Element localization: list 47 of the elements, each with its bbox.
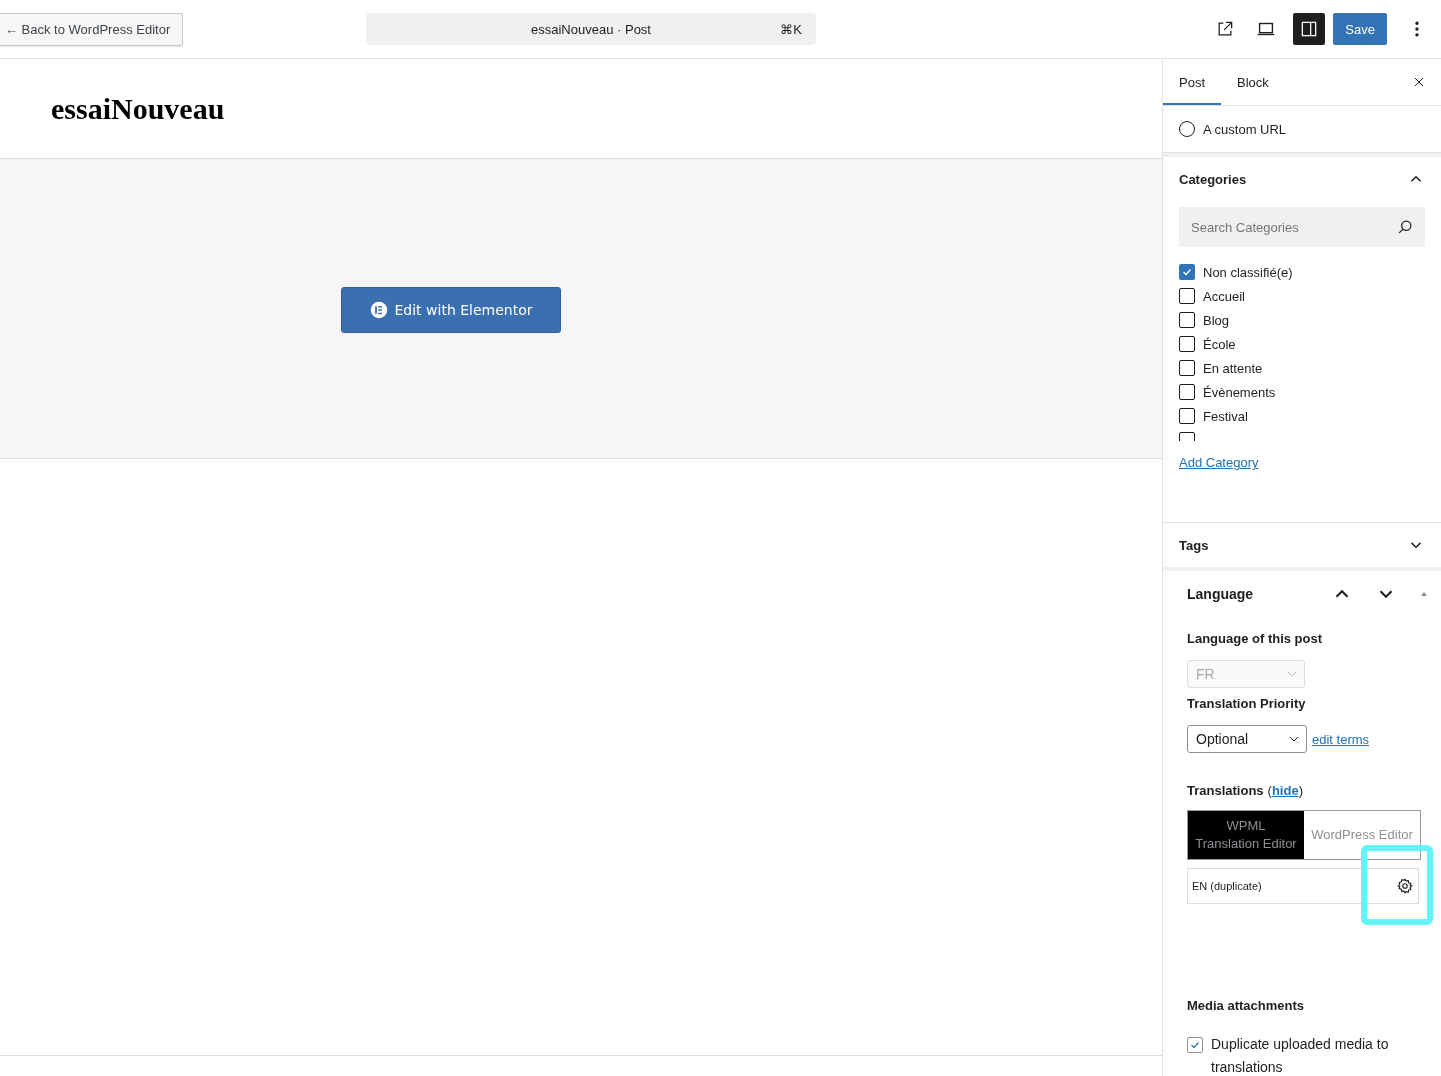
- elementor-button[interactable]: Edit with Elementor: [341, 287, 561, 333]
- sidebar-tab[interactable]: Block: [1221, 59, 1285, 105]
- checkbox[interactable]: [1179, 288, 1195, 304]
- category-label: En attente: [1203, 360, 1263, 376]
- checkbox[interactable]: [1179, 408, 1195, 424]
- back-button[interactable]: ← Back to WordPress Editor: [0, 12, 184, 46]
- field-label: Language of this post: [1187, 631, 1324, 646]
- priority-select[interactable]: Optional: [1187, 725, 1307, 753]
- add-category-link[interactable]: Add Category: [1179, 455, 1259, 470]
- save-button[interactable]: Save: [1333, 13, 1387, 45]
- checkbox[interactable]: [1187, 1037, 1203, 1053]
- panel-title: Language: [1187, 586, 1254, 602]
- category-label: Blog: [1203, 312, 1230, 328]
- language-label: EN (duplicate): [1192, 880, 1262, 892]
- document-title: essaiNouveau · Post: [531, 21, 651, 37]
- post-title[interactable]: essaiNouveau: [51, 91, 225, 126]
- category-label: Évènements: [1203, 384, 1276, 400]
- checkbox[interactable]: [1179, 336, 1195, 352]
- sidebar-tab[interactable]: Post: [1163, 59, 1221, 105]
- checkbox[interactable]: [1179, 360, 1195, 376]
- panel-title[interactable]: Tags: [1179, 537, 1209, 553]
- command-bar[interactable]: essaiNouveau · Post ⌘K: [366, 13, 816, 45]
- checkbox[interactable]: [1179, 312, 1195, 328]
- search-field[interactable]: Search Categories: [1179, 207, 1425, 247]
- field-label: Translations: [1187, 783, 1264, 798]
- gear-icon[interactable]: [1396, 877, 1414, 895]
- field-label: Translation Priority: [1187, 696, 1307, 711]
- hide-link[interactable]: hide: [1271, 783, 1299, 798]
- edit-terms-link[interactable]: edit terms: [1312, 731, 1370, 747]
- elementor-icon: [369, 301, 388, 319]
- category-label: Accueil: [1203, 288, 1245, 304]
- sidebar-toggle[interactable]: [1293, 13, 1326, 45]
- panel-title[interactable]: Categories: [1179, 171, 1247, 187]
- section-title: Media attachments: [1187, 998, 1306, 1013]
- check-icon: [1189, 1039, 1201, 1051]
- editor-tab[interactable]: WPML Translation Editor: [1188, 811, 1304, 859]
- option-label: Duplicate uploaded media to translations: [1211, 1035, 1390, 1076]
- shortcut-hint: ⌘K: [780, 21, 802, 37]
- checkbox[interactable]: [1179, 264, 1195, 280]
- option-label: A custom URL: [1203, 121, 1287, 137]
- parenthesis: (: [1267, 783, 1272, 798]
- parenthesis: ): [1298, 783, 1303, 798]
- category-label: École: [1203, 336, 1236, 352]
- category-label: Non classifié(e): [1203, 264, 1293, 280]
- check-icon: [1181, 266, 1193, 278]
- checkbox[interactable]: [1179, 384, 1195, 400]
- category-label: Festival: [1203, 408, 1248, 424]
